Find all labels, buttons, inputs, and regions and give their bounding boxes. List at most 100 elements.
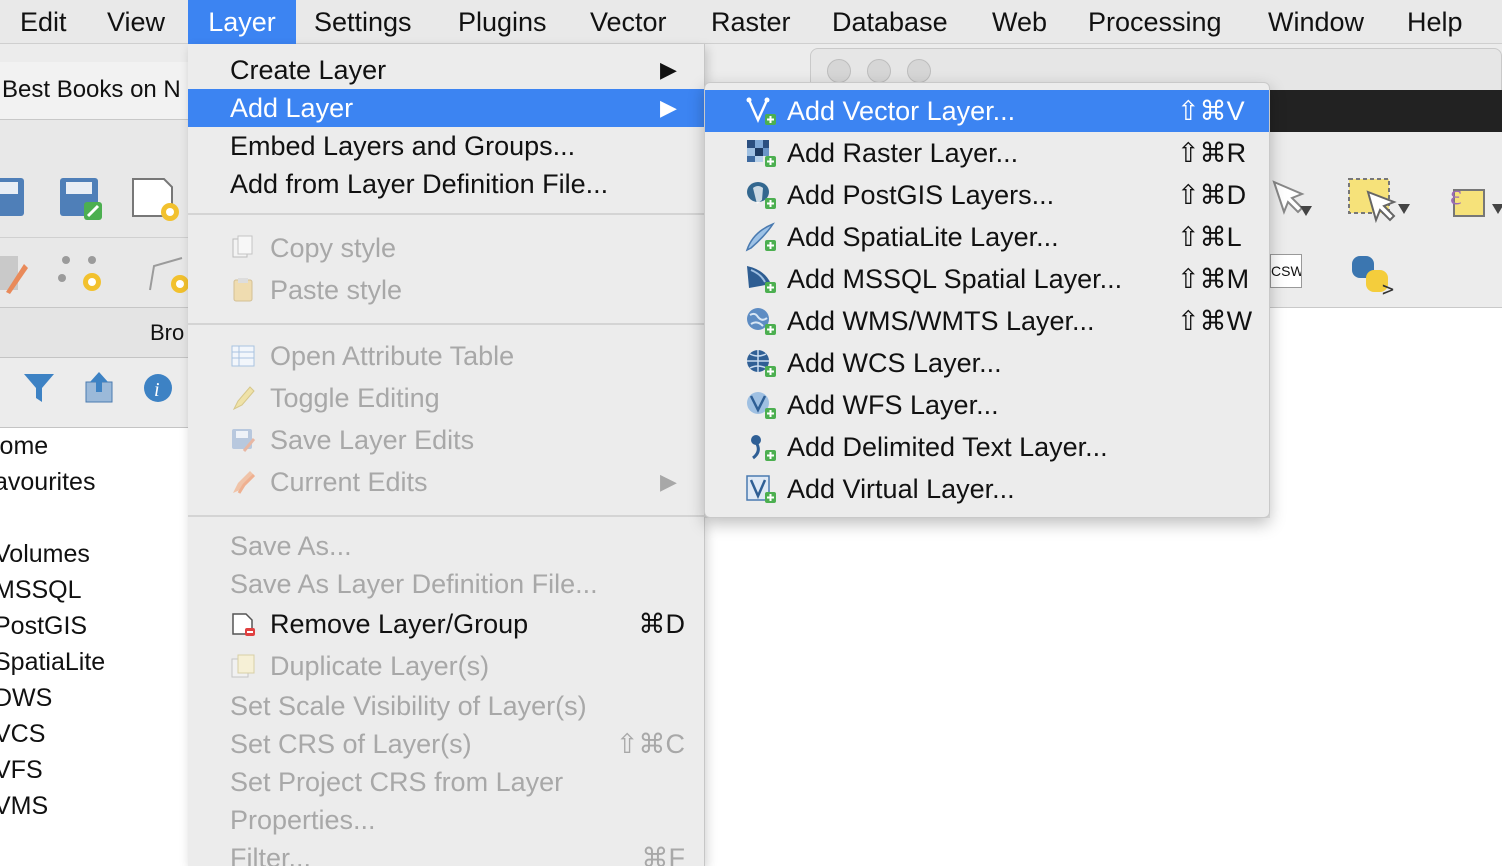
- submenu-item-add-wfs-layer[interactable]: Add WFS Layer...: [705, 384, 1269, 426]
- submenu-item-add-raster-layer[interactable]: Add Raster Layer... ⇧⌘R: [705, 132, 1269, 174]
- menu-item-save-as-definition[interactable]: Save As Layer Definition File...: [188, 565, 705, 603]
- toggle-editing-bg-icon[interactable]: [0, 252, 30, 296]
- menu-item-label: Filter...: [230, 843, 312, 866]
- menu-item-remove-layer-group[interactable]: Remove Layer/Group ⌘D: [188, 605, 705, 643]
- select-by-expression-icon[interactable]: ε: [1446, 176, 1502, 224]
- submenu-item-add-wcs-layer[interactable]: Add WCS Layer...: [705, 342, 1269, 384]
- browser-item-favourites[interactable]: avourites: [0, 468, 95, 497]
- menu-separator: [188, 515, 705, 517]
- menu-edit[interactable]: Edit: [20, 0, 67, 44]
- remove-layer-icon: [232, 613, 255, 636]
- menu-layer[interactable]: Layer: [188, 0, 296, 44]
- menu-item-set-project-crs[interactable]: Set Project CRS from Layer: [188, 763, 705, 801]
- menu-item-current-edits[interactable]: Current Edits ▶: [188, 463, 705, 501]
- svg-text:ε: ε: [1450, 180, 1462, 211]
- wcs-icon: [747, 350, 776, 377]
- menu-item-set-crs[interactable]: Set CRS of Layer(s) ⇧⌘C: [188, 725, 705, 763]
- add-line-icon[interactable]: [144, 252, 188, 296]
- menu-item-embed-layers[interactable]: Embed Layers and Groups...: [188, 127, 705, 165]
- menu-item-label: Copy style: [270, 233, 397, 263]
- submenu-item-add-wms-wmts-layer[interactable]: Add WMS/WMTS Layer... ⇧⌘W: [705, 300, 1269, 342]
- window-close-button[interactable]: [827, 59, 851, 83]
- browser-item-wfs[interactable]: VFS: [0, 756, 43, 785]
- save-as-icon[interactable]: [58, 176, 104, 222]
- browser-item-volumes[interactable]: Volumes: [0, 540, 90, 569]
- map-canvas-right[interactable]: [1270, 308, 1502, 866]
- menu-item-label: Create Layer: [230, 55, 387, 85]
- menu-raster[interactable]: Raster: [711, 0, 791, 44]
- filter-icon[interactable]: [22, 370, 56, 406]
- paste-style-icon: [233, 278, 253, 302]
- menu-database[interactable]: Database: [832, 0, 948, 44]
- background-dark-strip: [1270, 90, 1502, 132]
- python-console-icon[interactable]: >: [1346, 250, 1402, 302]
- info-icon[interactable]: i: [142, 370, 176, 406]
- map-canvas-center[interactable]: [704, 518, 1270, 866]
- menu-item-duplicate-layers[interactable]: Duplicate Layer(s): [188, 647, 705, 685]
- menu-item-create-layer[interactable]: Create Layer ▶: [188, 51, 705, 89]
- menu-item-save-as[interactable]: Save As...: [188, 527, 705, 565]
- submenu-item-add-delimited-text-layer[interactable]: Add Delimited Text Layer...: [705, 426, 1269, 468]
- menu-vector[interactable]: Vector: [590, 0, 667, 44]
- menu-item-label: Save As...: [230, 531, 352, 561]
- menu-window[interactable]: Window: [1268, 0, 1364, 44]
- menu-item-save-layer-edits[interactable]: Save Layer Edits: [188, 421, 705, 459]
- browser-item-wcs[interactable]: VCS: [0, 720, 45, 749]
- menu-item-filter[interactable]: Filter... ⌘F: [188, 839, 705, 866]
- current-edits-icon: [233, 471, 256, 494]
- menu-item-label: Set CRS of Layer(s): [230, 729, 472, 759]
- browser-panel-toolbar: i: [0, 358, 188, 428]
- menu-web[interactable]: Web: [992, 0, 1047, 44]
- window-minimize-button[interactable]: [867, 59, 891, 83]
- csw-button[interactable]: CSW: [1270, 254, 1302, 288]
- submenu-item-shortcut: ⇧⌘D: [1177, 180, 1247, 210]
- browser-item-mssql[interactable]: MSSQL: [0, 576, 82, 605]
- submenu-item-shortcut: ⇧⌘W: [1177, 306, 1253, 336]
- layer-menu: Create Layer ▶ Add Layer ▶ Embed Layers …: [188, 44, 705, 866]
- submenu-arrow-icon: ▶: [660, 95, 677, 120]
- browser-item-postgis[interactable]: PostGIS: [0, 612, 87, 641]
- browser-tab[interactable]: Best Books on N: [0, 62, 188, 120]
- submenu-item-label: Add WCS Layer...: [787, 348, 1002, 378]
- menu-item-add-layer[interactable]: Add Layer ▶: [188, 89, 705, 127]
- delimited-text-icon: [751, 435, 776, 461]
- menu-plugins[interactable]: Plugins: [458, 0, 547, 44]
- submenu-item-shortcut: ⇧⌘L: [1177, 222, 1242, 252]
- menu-item-label: Toggle Editing: [270, 383, 440, 413]
- submenu-item-add-postgis-layers[interactable]: Add PostGIS Layers... ⇧⌘D: [705, 174, 1269, 216]
- menu-settings[interactable]: Settings: [314, 0, 412, 44]
- menu-view[interactable]: View: [107, 0, 165, 44]
- menu-item-properties[interactable]: Properties...: [188, 801, 705, 839]
- menu-processing[interactable]: Processing: [1088, 0, 1222, 44]
- menu-item-label: Remove Layer/Group: [270, 609, 529, 639]
- submenu-item-label: Add Raster Layer...: [787, 138, 1019, 168]
- browser-tree: lome avourites Volumes MSSQL PostGIS Spa…: [0, 428, 188, 866]
- menu-item-open-attribute-table[interactable]: Open Attribute Table: [188, 337, 705, 375]
- menu-item-toggle-editing[interactable]: Toggle Editing: [188, 379, 705, 417]
- menu-item-paste-style[interactable]: Paste style: [188, 271, 705, 309]
- submenu-item-add-mssql-spatial-layer[interactable]: Add MSSQL Spatial Layer... ⇧⌘M: [705, 258, 1269, 300]
- browser-item-wms[interactable]: VMS: [0, 792, 48, 821]
- new-print-layout-icon[interactable]: [130, 176, 182, 224]
- collapse-all-icon[interactable]: [82, 370, 116, 406]
- svg-text:i: i: [154, 379, 160, 401]
- menu-help[interactable]: Help: [1407, 0, 1463, 44]
- submenu-arrow-icon: ▶: [660, 469, 677, 494]
- browser-item-ows[interactable]: DWS: [0, 684, 52, 713]
- menu-item-set-scale-visibility[interactable]: Set Scale Visibility of Layer(s): [188, 687, 705, 725]
- save-icon[interactable]: [0, 176, 26, 220]
- submenu-item-add-vector-layer[interactable]: Add Vector Layer... ⇧⌘V: [705, 90, 1269, 132]
- identify-features-icon[interactable]: [1270, 176, 1314, 224]
- select-features-icon[interactable]: [1346, 176, 1412, 228]
- menu-item-add-from-definition[interactable]: Add from Layer Definition File...: [188, 165, 705, 203]
- submenu-item-add-spatialite-layer[interactable]: Add SpatiaLite Layer... ⇧⌘L: [705, 216, 1269, 258]
- window-zoom-button[interactable]: [907, 59, 931, 83]
- digitizing-toolbar: [0, 238, 188, 308]
- menu-item-copy-style[interactable]: Copy style: [188, 229, 705, 267]
- menu-bar: Edit View Layer Settings Plugins Vector …: [0, 0, 1502, 44]
- submenu-item-add-virtual-layer[interactable]: Add Virtual Layer...: [705, 468, 1269, 510]
- menu-item-label: Save As Layer Definition File...: [230, 569, 598, 599]
- browser-item-home[interactable]: lome: [0, 432, 48, 461]
- browser-item-spatialite[interactable]: SpatiaLite: [0, 648, 105, 677]
- add-point-icon[interactable]: [52, 252, 106, 296]
